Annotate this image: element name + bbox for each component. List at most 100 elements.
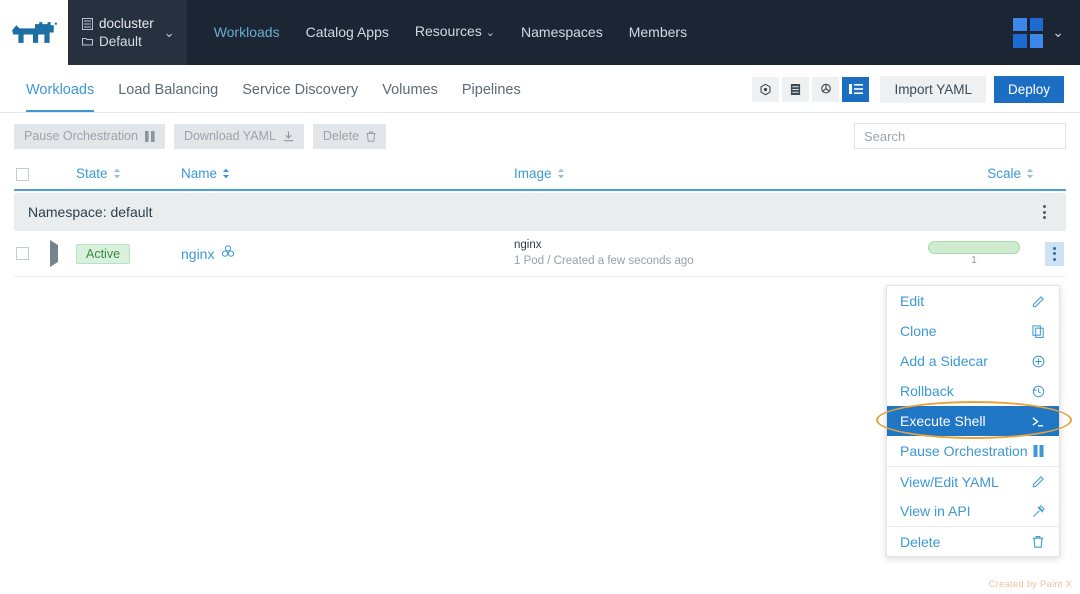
scale-header-cell: Scale [914,165,1034,183]
sort-name-header[interactable]: Name [181,166,230,181]
project-name: Default [99,33,142,49]
nav-item-namespaces[interactable]: Namespaces [508,0,616,65]
image-header-cell: Image [514,165,914,183]
row-checkbox[interactable] [16,247,29,260]
nav-label: Members [628,24,688,40]
column-label: Scale [987,166,1021,181]
tab-label: Service Discovery [242,82,359,98]
chevron-down-icon[interactable]: ⌄ [164,25,175,41]
nav-item-catalog-apps[interactable]: Catalog Apps [293,0,402,65]
context-menu-item-clone[interactable]: Clone [887,316,1059,346]
pause-orchestration-button[interactable]: Pause Orchestration [14,123,165,149]
trash-icon [366,131,376,142]
namespace-group-actions-button[interactable] [1035,200,1054,224]
tab-label: Workloads [26,82,95,98]
grid-avatar-icon [1013,17,1044,48]
nav-item-resources[interactable]: Resources ⌄ [402,0,508,66]
cluster-name: docluster [99,16,154,32]
row-expand-cell [50,239,76,267]
status-badge: Active [76,243,131,264]
tabs-divider [0,112,1080,113]
menu-item-label: Execute Shell [900,413,986,429]
context-menu-item-add-a-sidecar[interactable]: Add a Sidecar [887,346,1059,376]
context-menu-item-rollback[interactable]: Rollback [887,376,1059,406]
user-menu[interactable]: ⌄ [1013,0,1080,65]
context-menu-item-execute-shell[interactable]: Execute Shell [887,406,1059,436]
row-name-cell: nginx [181,244,514,263]
sort-image-header[interactable]: Image [514,166,565,181]
nav-item-workloads[interactable]: Workloads [201,0,293,65]
nav-item-members[interactable]: Members [616,0,700,65]
namespace-group-row: Namespace: default [14,193,1066,231]
api-icon [1029,504,1047,518]
tab-pipelines[interactable]: Pipelines [450,67,533,113]
menu-item-label: Pause Orchestration [900,443,1028,459]
sort-chevron-icon [222,168,230,179]
tab-load-balancing[interactable]: Load Balancing [106,67,230,113]
cluster-project-selector[interactable]: docluster Default ⌄ [68,0,187,65]
row-context-menu: Edit Clone Add a Sidecar Rollback Execut… [886,285,1060,557]
tab-label: Volumes [382,82,438,98]
column-label: Image [514,166,552,181]
download-yaml-button[interactable]: Download YAML [173,123,304,149]
section-tabs: Workloads Load Balancing Service Discove… [16,65,533,113]
chevron-down-icon[interactable]: ⌄ [1052,24,1064,41]
view-and-deploy-actions: Import YAML Deploy [752,75,1064,103]
workload-view-icon[interactable] [812,76,840,102]
deploy-button[interactable]: Deploy [993,75,1064,103]
list-view-icon[interactable] [842,76,870,102]
row-actions-button[interactable] [1045,241,1064,266]
namespace-group-label: Namespace: default [28,204,153,220]
tab-volumes[interactable]: Volumes [370,67,450,113]
node-view-icon[interactable] [782,76,810,102]
menu-item-label: Delete [900,533,941,550]
state-header-cell: State [76,165,181,183]
context-menu-item-delete[interactable]: Delete [887,526,1059,556]
sort-chevron-icon [113,168,121,179]
product-logo[interactable] [0,0,68,65]
section-tabs-bar: Workloads Load Balancing Service Discove… [0,65,1080,113]
sort-state-header[interactable]: State [76,166,121,181]
import-yaml-button[interactable]: Import YAML [880,75,986,103]
bulk-action-bar: Pause Orchestration Download YAML Delete [0,113,1080,159]
delete-label: Delete [322,129,360,143]
primary-nav: Workloads Catalog Apps Resources ⌄ Namesp… [187,0,1014,65]
row-image-cell: nginx 1 Pod / Created a few seconds ago [514,238,914,269]
expand-triangle-icon[interactable] [50,239,58,267]
context-menu-item-pause-orchestration[interactable]: Pause Orchestration [887,436,1059,466]
nav-label: Resources [414,23,482,39]
select-all-checkbox[interactable] [16,167,29,181]
column-label: Name [181,166,218,181]
download-icon [283,130,294,142]
history-icon [1029,385,1047,398]
row-select-cell [16,247,50,260]
workload-name-link[interactable]: nginx [181,246,214,262]
rancher-cow-logo [12,21,57,43]
context-menu-item-view-in-api[interactable]: View in API [887,496,1059,526]
column-label: State [76,166,108,181]
plus-circle-icon [1029,355,1047,368]
project-name-row: Default [82,33,154,50]
cluster-view-icon[interactable] [752,76,780,102]
workloads-table: State Name Image Scale Namespace: defaul… [0,159,1080,277]
context-menu-item-view-edit-yaml[interactable]: View/Edit YAML [887,466,1059,496]
name-header-cell: Name [181,165,514,183]
sort-scale-header[interactable]: Scale [914,166,1034,181]
delete-button[interactable]: Delete [312,123,387,149]
table-row[interactable]: Active nginx nginx 1 Pod / Created a few… [14,231,1066,277]
tab-service-discovery[interactable]: Service Discovery [230,67,370,113]
terminal-icon [1029,415,1047,428]
nav-label: Namespaces [521,24,603,40]
search-input[interactable] [854,123,1066,149]
image-subtitle: 1 Pod / Created a few seconds ago [514,254,694,267]
pause-icon [1029,445,1047,457]
scale-bar[interactable] [928,241,1020,254]
tab-workloads[interactable]: Workloads [16,67,106,113]
row-menu-cell [1034,241,1064,266]
scale-value: 1 [971,255,977,266]
context-menu-item-edit[interactable]: Edit [887,286,1059,316]
folder-icon [82,36,93,46]
menu-item-label: View in API [900,503,971,519]
row-scale-cell: 1 [914,241,1034,266]
menu-item-label: Add a Sidecar [900,353,988,369]
